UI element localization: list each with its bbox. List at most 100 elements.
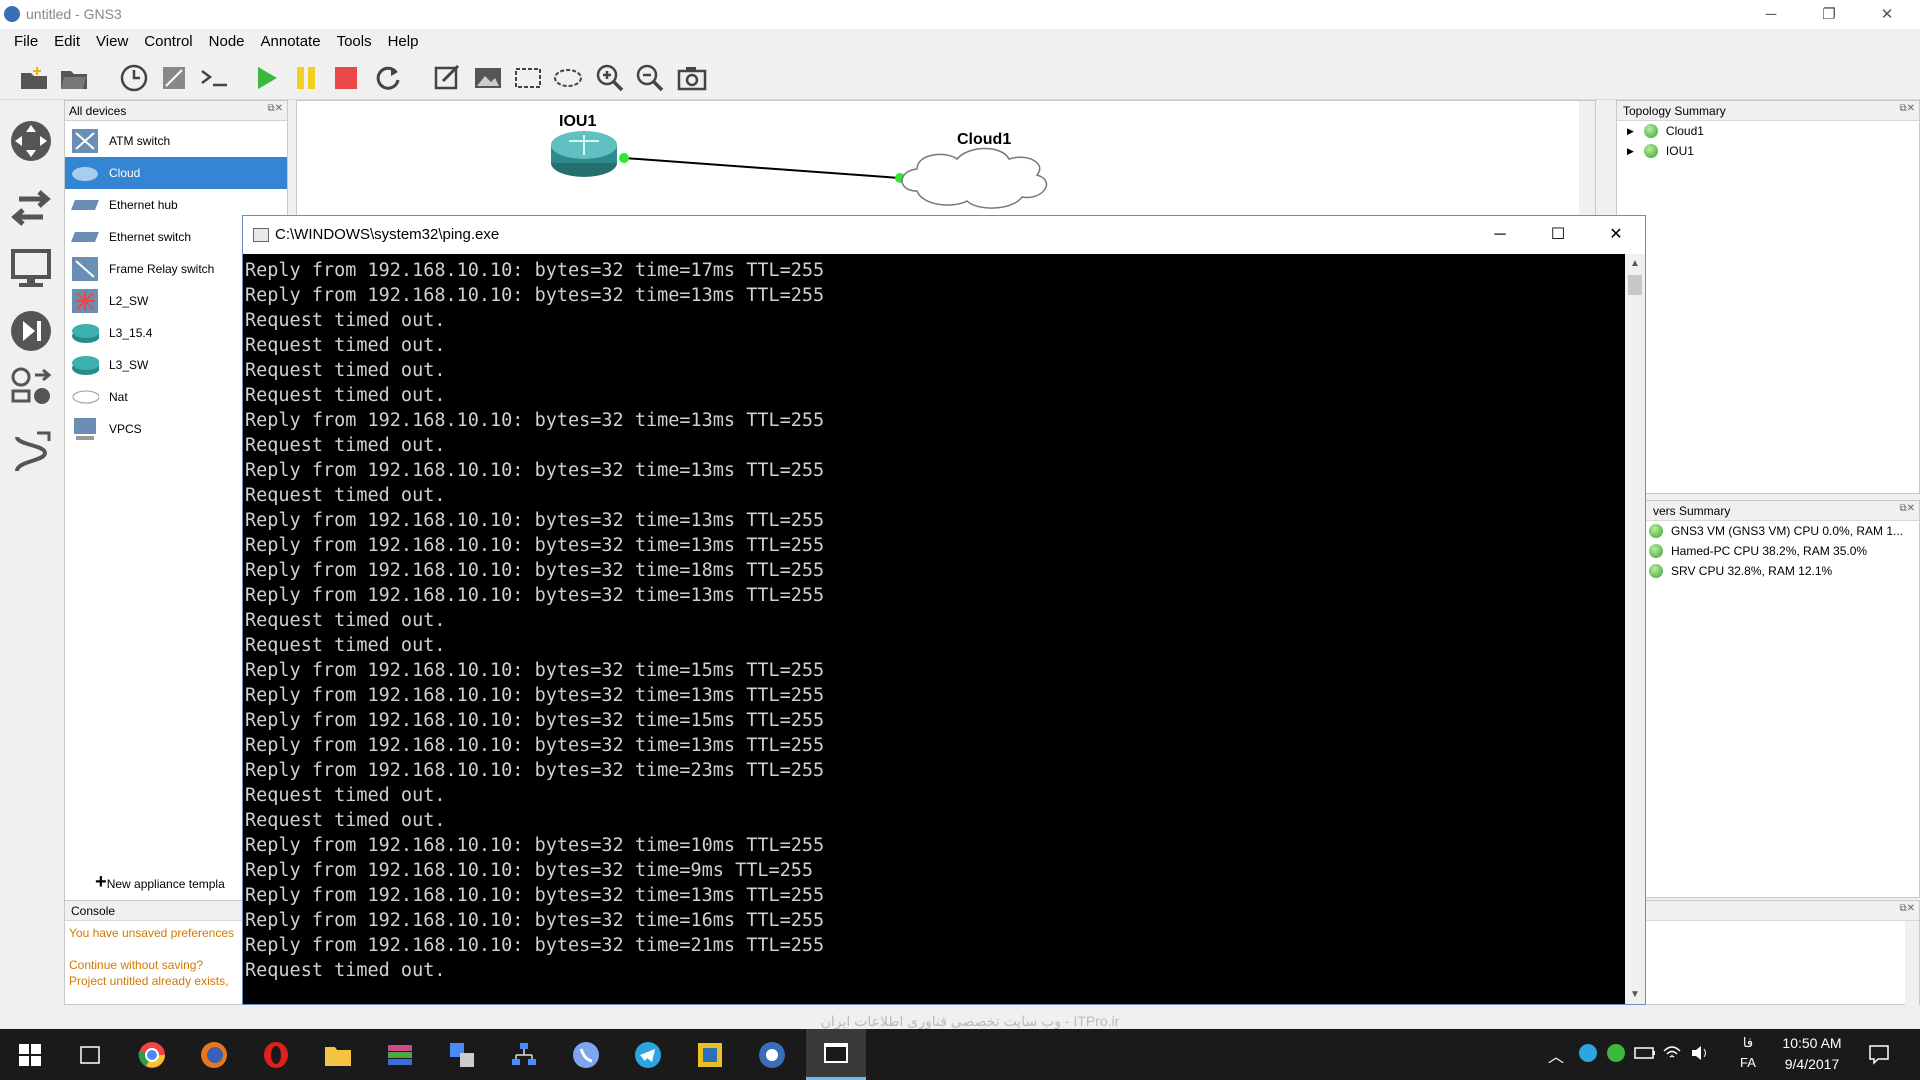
tray-network-globe-icon[interactable] — [1606, 1043, 1626, 1066]
insert-image-icon[interactable] — [472, 62, 504, 94]
topology-summary-header: Topology Summary ⧉✕ — [1617, 101, 1919, 121]
topology-item[interactable]: ▶ Cloud1 — [1617, 121, 1919, 141]
browse-security-devices-icon[interactable] — [8, 308, 54, 354]
zoom-in-icon[interactable] — [594, 62, 626, 94]
input-language-top[interactable]: فا — [1738, 1035, 1758, 1051]
device-cloud[interactable]: Cloud — [65, 157, 287, 189]
console-scrollbar[interactable]: ▲ ▼ — [1625, 254, 1645, 1004]
network-app-icon[interactable] — [506, 1037, 542, 1073]
open-project-icon[interactable] — [58, 62, 90, 94]
menu-file[interactable]: File — [6, 33, 46, 50]
snapshot-clock-icon[interactable] — [118, 62, 150, 94]
node-label-iou1[interactable]: IOU1 — [559, 113, 596, 131]
panel-float-close-icon[interactable]: ⧉✕ — [1899, 903, 1915, 914]
console-output-line: Reply from 192.168.10.10: bytes=32 time=… — [245, 735, 825, 756]
device-atm-switch[interactable]: ATM switch — [65, 125, 287, 157]
browse-routers-icon[interactable] — [8, 118, 54, 164]
right-bottom-panel: ⧉✕ — [1616, 900, 1920, 1005]
zoom-out-icon[interactable] — [634, 62, 666, 94]
draw-rectangle-icon[interactable] — [512, 62, 544, 94]
add-note-icon[interactable] — [432, 62, 464, 94]
new-appliance-template-button[interactable]: +New appliance templa — [95, 871, 225, 894]
restore-button[interactable]: ❐ — [1800, 0, 1858, 29]
console-title-bar[interactable]: C:\WINDOWS\system32\ping.exe ─ ☐ ✕ — [243, 216, 1645, 254]
firefox-icon[interactable] — [196, 1037, 232, 1073]
scroll-down-icon[interactable]: ▼ — [1625, 989, 1645, 1000]
console-output: Reply from 192.168.10.10: bytes=32 time=… — [243, 254, 1625, 1004]
device-label: Nat — [109, 390, 128, 404]
start-all-icon[interactable] — [250, 62, 282, 94]
console-all-icon[interactable] — [198, 62, 230, 94]
app-window-icon[interactable] — [444, 1037, 480, 1073]
telegram-icon[interactable] — [630, 1037, 666, 1073]
tray-battery-icon[interactable] — [1634, 1045, 1656, 1064]
new-appliance-label: New appliance templa — [106, 877, 225, 891]
browse-end-devices-icon[interactable] — [8, 246, 54, 292]
clock-date[interactable]: 9/4/2017 — [1772, 1056, 1852, 1072]
node-label-cloud1[interactable]: Cloud1 — [957, 131, 1011, 149]
ping-console-window[interactable]: C:\WINDOWS\system32\ping.exe ─ ☐ ✕ Reply… — [242, 215, 1646, 1005]
topology-item[interactable]: ▶ IOU1 — [1617, 141, 1919, 161]
screenshot-camera-icon[interactable] — [676, 62, 708, 94]
show-interface-labels-icon[interactable] — [158, 62, 190, 94]
suspend-all-icon[interactable] — [290, 62, 322, 94]
menu-annotate[interactable]: Annotate — [253, 33, 329, 50]
menu-tools[interactable]: Tools — [329, 33, 380, 50]
winrar-icon[interactable] — [382, 1037, 418, 1073]
browse-all-devices-icon[interactable] — [8, 364, 54, 410]
server-item[interactable]: SRV CPU 32.8%, RAM 12.1% — [1617, 561, 1919, 581]
action-center-icon[interactable] — [1868, 1043, 1890, 1068]
panel-float-close-icon[interactable]: ⧉✕ — [1899, 503, 1915, 514]
expand-arrow-icon[interactable]: ▶ — [1627, 146, 1634, 157]
console-minimize-button[interactable]: ─ — [1471, 216, 1529, 254]
right-panel-scrollbar[interactable] — [1905, 921, 1919, 1005]
console-maximize-button[interactable]: ☐ — [1529, 216, 1587, 254]
panel-float-close-icon[interactable]: ⧉✕ — [1899, 103, 1915, 114]
topology-canvas[interactable]: IOU1 Cloud1 — [296, 100, 1596, 221]
console-output-line: Reply from 192.168.10.10: bytes=32 time=… — [245, 510, 825, 531]
menu-edit[interactable]: Edit — [46, 33, 88, 50]
add-link-icon[interactable] — [8, 430, 54, 476]
menu-view[interactable]: View — [88, 33, 136, 50]
console-output-line: Reply from 192.168.10.10: bytes=32 time=… — [245, 585, 825, 606]
panel-float-close-icon[interactable]: ⧉✕ — [267, 103, 283, 114]
tray-telegram-icon[interactable] — [1578, 1043, 1598, 1066]
scroll-thumb[interactable] — [1628, 275, 1642, 295]
app-yellow-icon[interactable] — [692, 1037, 728, 1073]
console-output-line: Reply from 192.168.10.10: bytes=32 time=… — [245, 760, 825, 781]
close-button[interactable]: ✕ — [1858, 0, 1916, 29]
stop-all-icon[interactable] — [330, 62, 362, 94]
input-language[interactable]: FA — [1738, 1055, 1758, 1070]
menu-node[interactable]: Node — [201, 33, 253, 50]
windows-taskbar: ︿ فا FA 10:50 AM 9/4/2017 — [0, 1029, 1920, 1080]
new-project-icon[interactable] — [18, 62, 50, 94]
tray-overflow-chevron-icon[interactable]: ︿ — [1548, 1043, 1564, 1067]
expand-arrow-icon[interactable]: ▶ — [1627, 126, 1634, 137]
scroll-up-icon[interactable]: ▲ — [1625, 258, 1645, 269]
console-output-line: Request timed out. — [245, 810, 446, 831]
device-label: Ethernet hub — [109, 198, 178, 212]
cmd-taskbar-icon[interactable] — [806, 1029, 866, 1080]
menu-control[interactable]: Control — [136, 33, 200, 50]
console-output-line: Reply from 192.168.10.10: bytes=32 time=… — [245, 910, 825, 931]
tray-wifi-icon[interactable] — [1662, 1043, 1682, 1066]
canvas-scrollbar[interactable] — [1579, 101, 1595, 221]
minimize-button[interactable]: ─ — [1742, 0, 1800, 29]
browse-switches-icon[interactable] — [8, 186, 54, 232]
tray-volume-icon[interactable] — [1690, 1043, 1712, 1066]
gns3-taskbar-icon[interactable] — [754, 1037, 790, 1073]
draw-ellipse-icon[interactable] — [552, 62, 584, 94]
console-close-button[interactable]: ✕ — [1587, 216, 1645, 254]
start-windows-icon[interactable] — [12, 1037, 48, 1073]
gns3-app-icon — [4, 6, 20, 22]
server-item[interactable]: Hamed-PC CPU 38.2%, RAM 35.0% — [1617, 541, 1919, 561]
server-item[interactable]: GNS3 VM (GNS3 VM) CPU 0.0%, RAM 1... — [1617, 521, 1919, 541]
clock-time[interactable]: 10:50 AM — [1772, 1035, 1852, 1051]
viber-icon[interactable] — [568, 1037, 604, 1073]
file-explorer-icon[interactable] — [320, 1037, 356, 1073]
task-view-icon[interactable] — [72, 1037, 108, 1073]
chrome-icon[interactable] — [134, 1037, 170, 1073]
reload-all-icon[interactable] — [372, 62, 404, 94]
opera-icon[interactable] — [258, 1037, 294, 1073]
menu-help[interactable]: Help — [380, 33, 427, 50]
